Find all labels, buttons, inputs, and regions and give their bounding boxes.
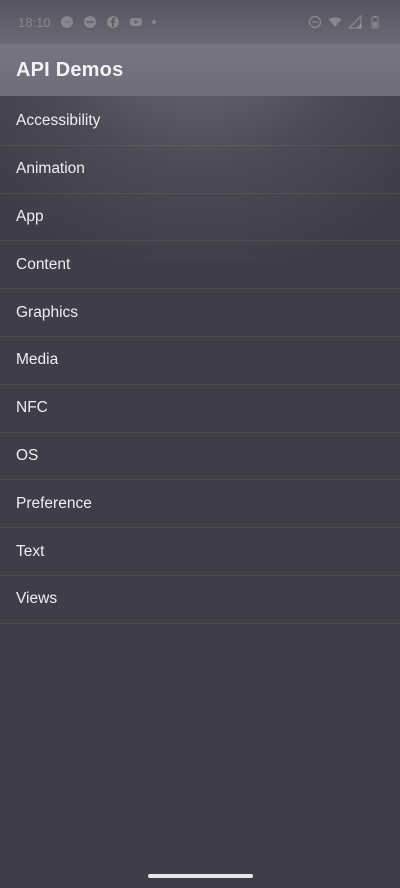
list-item-os[interactable]: OS [0, 433, 400, 481]
app-title: API Demos [16, 58, 124, 81]
list-item-label: Content [16, 255, 71, 273]
screen: 18:10 API Demos Accessibility Animation … [0, 0, 400, 888]
list-item-label: Graphics [16, 303, 79, 321]
home-indicator[interactable] [148, 874, 253, 878]
do-not-disturb-icon [83, 15, 97, 29]
list-item-content[interactable]: Content [0, 241, 400, 290]
list-item-text[interactable]: Text [0, 528, 400, 576]
list-item-label: Accessibility [16, 112, 101, 130]
list-item-media[interactable]: Media [0, 337, 400, 385]
list-item-nfc[interactable]: NFC [0, 385, 400, 433]
list-item-graphics[interactable]: Graphics [0, 289, 400, 337]
demo-list: Accessibility Animation App Content Graphics… [0, 98, 400, 624]
list-item-label: App [16, 207, 44, 225]
list-item-label: Views [16, 590, 58, 608]
list-item-accessibility[interactable]: Accessibility [0, 98, 400, 146]
youtube-icon [129, 15, 143, 29]
do-not-disturb-icon [308, 15, 322, 29]
status-left: 18:10 [18, 15, 156, 30]
list-item-preference[interactable]: Preference [0, 480, 400, 529]
list-item-label: NFC [16, 399, 48, 417]
notification-dot-icon [151, 20, 156, 24]
list-item-label: Text [16, 542, 45, 560]
list-item-app[interactable]: App [0, 194, 400, 242]
list-item-views[interactable]: Views [0, 576, 400, 624]
facebook-icon [106, 15, 120, 29]
status-bar: 18:10 [0, 0, 400, 44]
status-time: 18:10 [18, 14, 51, 30]
messenger-icon [60, 15, 74, 29]
list-item-label: Preference [16, 494, 92, 512]
status-right [308, 15, 382, 29]
battery-icon [368, 15, 382, 29]
signal-icon [348, 15, 362, 29]
list-item-label: OS [16, 446, 39, 464]
app-bar: API Demos [0, 44, 400, 96]
list-item-label: Media [16, 351, 59, 369]
wifi-icon [328, 15, 342, 29]
list-item-label: Animation [16, 160, 85, 178]
list-item-animation[interactable]: Animation [0, 146, 400, 194]
